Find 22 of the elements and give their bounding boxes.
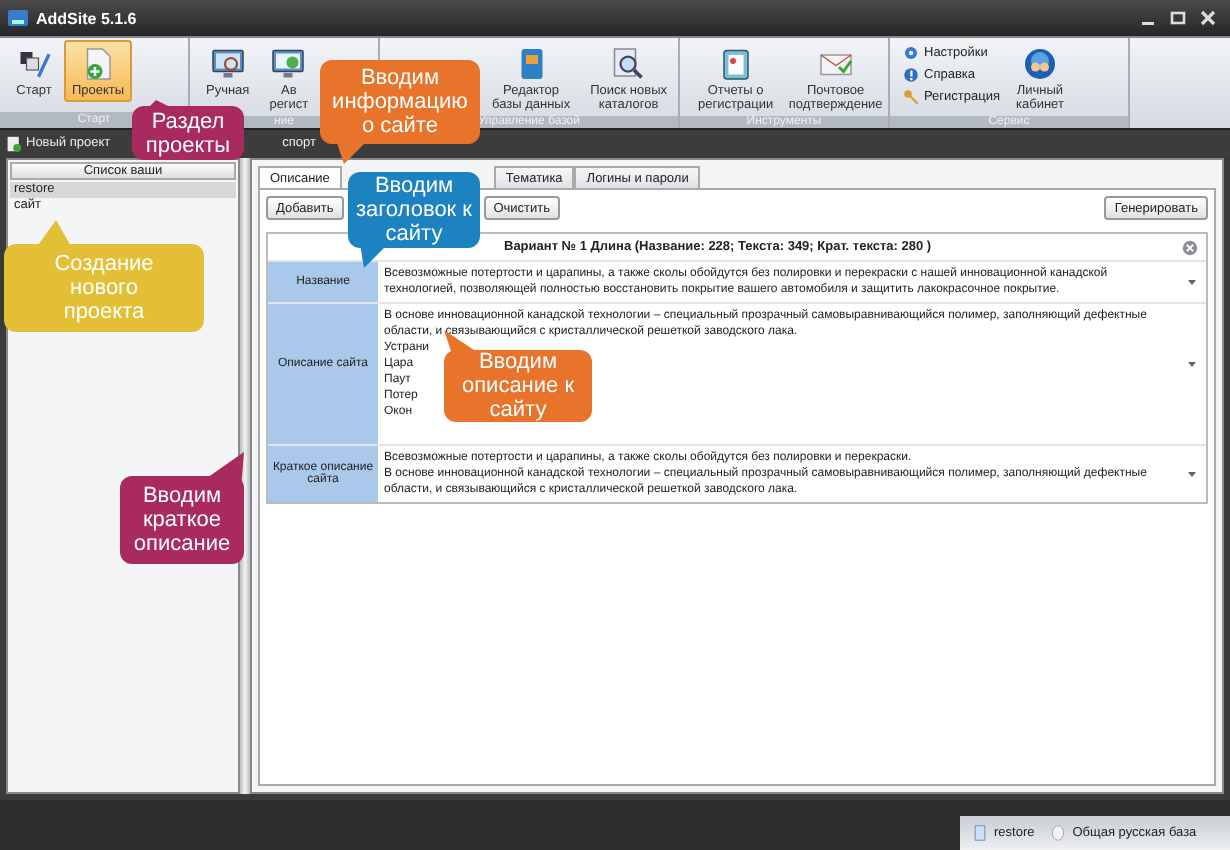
settings-icon [902,43,920,61]
annotation-callout: Создание нового проекта [0,220,210,336]
monitor-icon [270,46,307,82]
monitor-icon [209,46,246,82]
app-icon [8,8,28,28]
annotation-callout: Вводим заголовок к сайту [344,168,484,268]
maximize-icon [1169,10,1185,26]
close-icon[interactable] [1182,239,1198,255]
document-add-icon [6,135,22,151]
caret-icon[interactable] [1186,276,1198,288]
key-icon [902,87,920,105]
window-title: AddSite 5.1.6 [36,9,137,27]
close-icon [1199,10,1215,26]
pencil-icon [16,46,52,82]
close-button[interactable] [1196,8,1218,28]
maximize-button[interactable] [1166,8,1188,28]
caret-icon[interactable] [1186,468,1198,480]
annotation-callout: Раздел проекты [128,100,248,162]
document-icon [972,824,988,842]
search-icon [610,46,647,82]
caret-icon[interactable] [1186,358,1198,370]
clipboard-icon [717,46,754,82]
